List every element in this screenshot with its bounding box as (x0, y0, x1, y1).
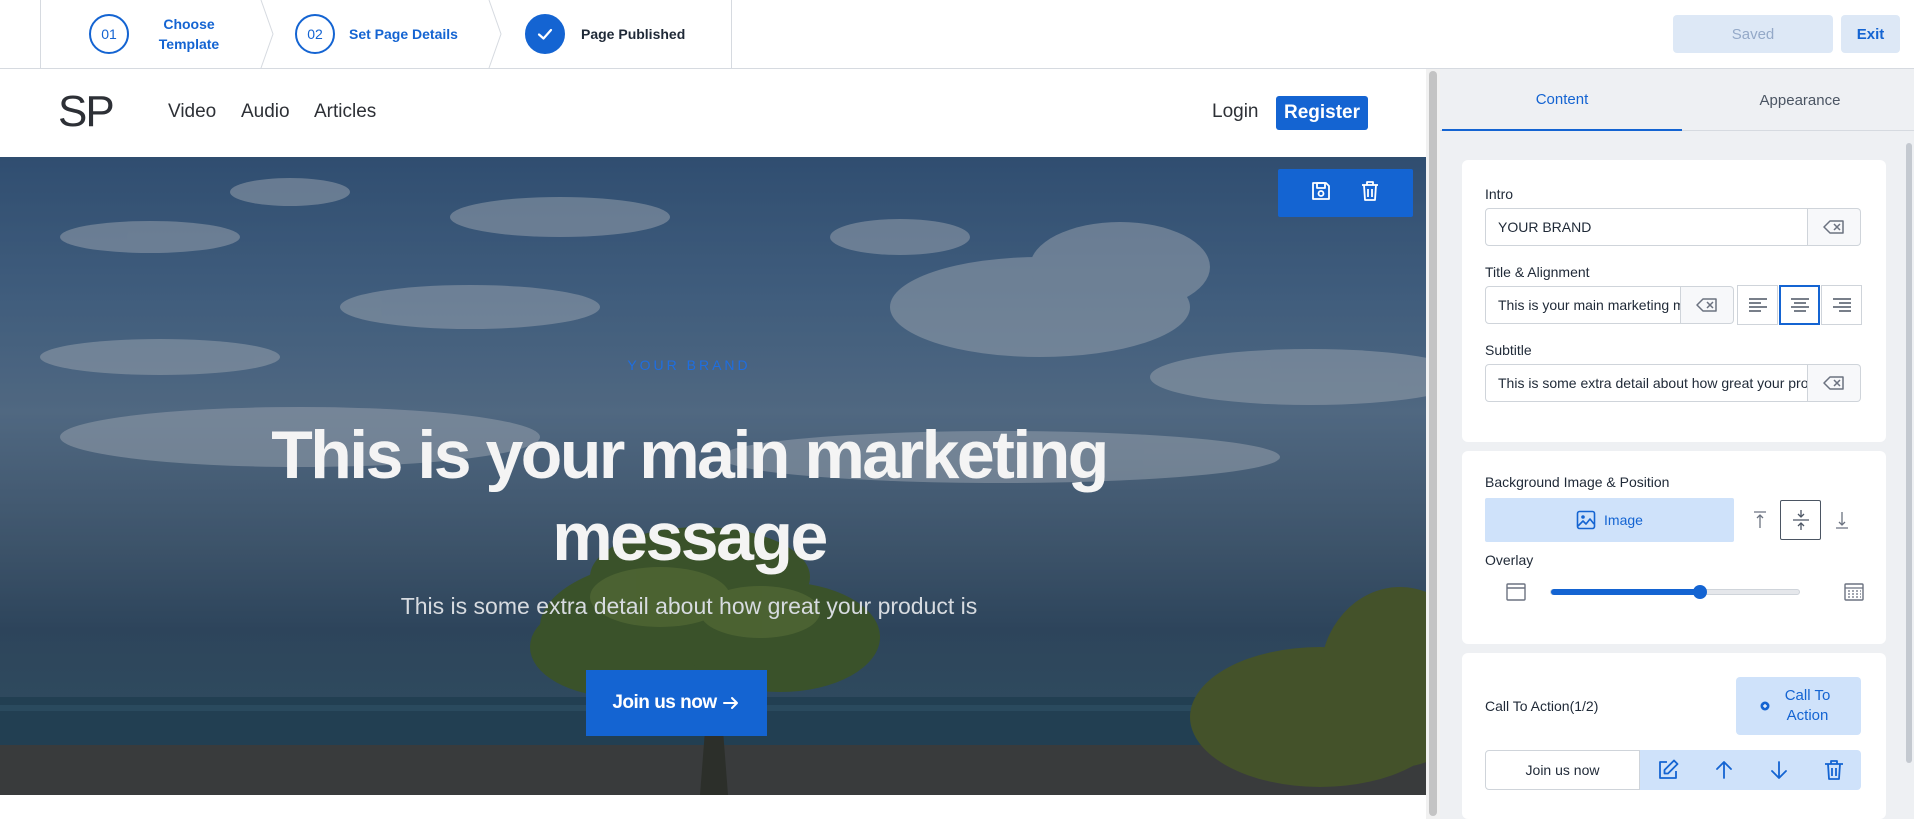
saved-button[interactable]: Saved (1673, 15, 1833, 53)
cta-item-toolbar (1640, 750, 1861, 790)
arrow-down-icon[interactable] (1768, 759, 1790, 781)
page-preview: SP Video Audio Articles Login Register Y… (0, 69, 1426, 819)
subtitle-label: Subtitle (1485, 342, 1532, 358)
align-right-icon (1832, 298, 1851, 312)
nav-link-audio[interactable]: Audio (241, 101, 290, 123)
align-center-button[interactable] (1779, 285, 1820, 325)
tab-appearance[interactable]: Appearance (1680, 69, 1914, 131)
exit-button[interactable]: Exit (1841, 15, 1900, 53)
backspace-icon (1696, 298, 1717, 312)
position-top-button[interactable] (1739, 500, 1780, 540)
nav-link-articles[interactable]: Articles (314, 101, 376, 123)
text-settings-card: Intro YOUR BRAND Title & Alignment This … (1462, 160, 1886, 442)
settings-panel: Content Appearance Intro YOUR BRAND Titl… (1440, 69, 1914, 819)
nav-link-video[interactable]: Video (168, 101, 216, 123)
hero-toolbar (1278, 169, 1413, 217)
alignment-group (1737, 285, 1862, 325)
login-link[interactable]: Login (1212, 101, 1259, 123)
step-choose-template[interactable]: 01 Choose Template (89, 0, 229, 68)
step-number: 01 (89, 14, 129, 54)
hero-title: This is your main marketing message (271, 417, 1109, 575)
clear-subtitle-button[interactable] (1808, 364, 1861, 402)
position-middle-button[interactable] (1780, 500, 1821, 540)
plus-circle-icon (1760, 701, 1769, 711)
panel-tabs: Content Appearance (1440, 69, 1914, 131)
step-set-page-details[interactable]: 02 Set Page Details (295, 0, 458, 68)
overlay-full-icon (1844, 583, 1864, 601)
top-bar: 01 Choose Template 02 Set Page Details P… (0, 0, 1914, 69)
overlay-label: Overlay (1485, 552, 1534, 568)
title-alignment-label: Title & Alignment (1485, 264, 1590, 280)
edit-icon[interactable] (1656, 758, 1680, 782)
trash-icon[interactable] (1358, 179, 1382, 208)
overlay-none-icon (1506, 583, 1526, 601)
preview-scrollbar[interactable] (1426, 69, 1440, 819)
image-icon (1576, 510, 1596, 530)
chevron-divider-icon (488, 0, 502, 68)
align-left-button[interactable] (1737, 285, 1778, 325)
site-logo[interactable]: SP (58, 87, 115, 137)
register-button[interactable]: Register (1276, 96, 1368, 130)
overlay-slider-fill (1551, 589, 1700, 595)
step-number: 02 (295, 14, 335, 54)
align-middle-icon (1792, 510, 1809, 530)
image-button-label: Image (1604, 512, 1643, 528)
hero-cta-button[interactable]: Join us now (586, 670, 767, 736)
title-input[interactable]: This is your main marketing message (1485, 286, 1681, 324)
align-right-button[interactable] (1821, 285, 1862, 325)
check-icon (525, 14, 565, 54)
cta-item-name[interactable]: Join us now (1485, 750, 1640, 790)
align-center-icon (1790, 298, 1809, 312)
site-navbar: SP Video Audio Articles Login Register (0, 69, 1426, 157)
hero-intro: YOUR BRAND (627, 357, 751, 373)
subtitle-input[interactable]: This is some extra detail about how grea… (1485, 364, 1808, 402)
overlay-slider-thumb[interactable] (1692, 585, 1707, 599)
overlay-slider[interactable] (1550, 585, 1800, 599)
image-button[interactable]: Image (1485, 498, 1734, 542)
background-settings-card: Background Image & Position Image Overla… (1462, 451, 1886, 644)
arrow-up-icon[interactable] (1713, 759, 1735, 781)
step-label: Page Published (581, 26, 686, 42)
align-bottom-icon (1835, 512, 1848, 529)
panel-scrollbar[interactable] (1906, 143, 1912, 763)
add-cta-label: Call To Action (1784, 687, 1831, 724)
trash-icon[interactable] (1823, 758, 1845, 782)
step-page-published[interactable]: Page Published (525, 0, 685, 68)
background-label: Background Image & Position (1485, 474, 1670, 490)
hero-section[interactable]: YOUR BRAND This is your main marketing m… (0, 157, 1426, 795)
arrow-right-icon (722, 697, 738, 709)
intro-input[interactable]: YOUR BRAND (1485, 208, 1808, 246)
chevron-divider-icon (260, 0, 274, 68)
hero-subtitle: This is some extra detail about how grea… (400, 593, 978, 619)
align-top-icon (1753, 511, 1766, 528)
align-left-icon (1748, 298, 1767, 312)
tab-content[interactable]: Content (1442, 69, 1682, 131)
step-label: Set Page Details (349, 26, 458, 42)
position-bottom-button[interactable] (1821, 500, 1862, 540)
backspace-icon (1823, 220, 1844, 234)
clear-intro-button[interactable] (1808, 208, 1861, 246)
stepper: 01 Choose Template 02 Set Page Details P… (40, 0, 732, 68)
backspace-icon (1823, 376, 1844, 390)
intro-label: Intro (1485, 186, 1514, 202)
hero-cta-label: Join us now (612, 692, 717, 713)
clear-title-button[interactable] (1681, 286, 1734, 324)
save-icon[interactable] (1309, 179, 1333, 208)
add-call-to-action-button[interactable]: Call To Action (1736, 677, 1861, 735)
step-label: Choose Template (158, 16, 220, 52)
cta-label: Call To Action(1/2) (1485, 698, 1599, 714)
cta-settings-card: Call To Action(1/2) Call To Action Join … (1462, 653, 1886, 819)
